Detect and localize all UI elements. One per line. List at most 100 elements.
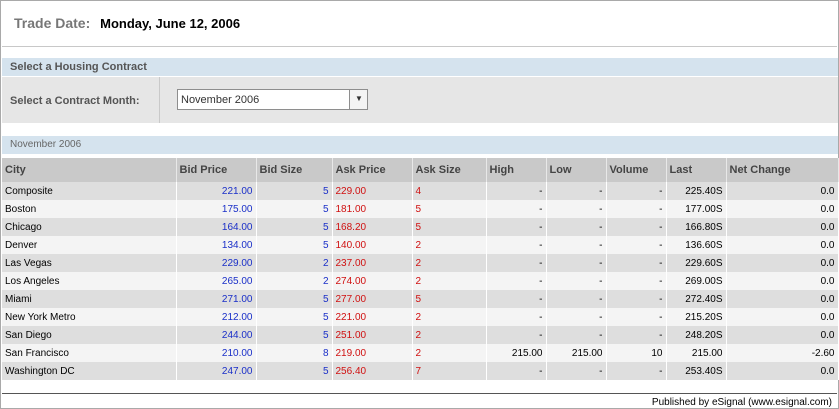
table-body: Composite 221.00 5 229.00 4- - -225.40S 0.0 Bost… bbox=[2, 182, 839, 380]
cell-net-change: -2.60 bbox=[726, 344, 839, 362]
column-header-volume[interactable]: Volume bbox=[606, 158, 667, 182]
column-header-ask-size[interactable]: Ask Size bbox=[412, 158, 487, 182]
quote-board-window: Trade Date: Monday, June 12, 2006 Select… bbox=[0, 0, 839, 409]
cell-last: 215.20S bbox=[666, 308, 727, 326]
contract-month-label: Select a Contract Month: bbox=[10, 95, 140, 107]
cell-bid-price: 134.00 bbox=[176, 236, 257, 254]
dropdown-button[interactable]: ▼ bbox=[349, 90, 367, 109]
column-header-city[interactable]: City bbox=[2, 158, 177, 182]
table-header-row: City Bid Price Bid Size Ask Price Ask Size Hi… bbox=[2, 158, 839, 182]
cell-bid-price: 229.00 bbox=[176, 254, 257, 272]
cell-volume: - bbox=[606, 200, 667, 218]
cell-high: - bbox=[486, 272, 547, 290]
cell-ask-price: 221.00 bbox=[332, 308, 413, 326]
cell-low: - bbox=[546, 308, 607, 326]
trade-date-label: Trade Date: bbox=[14, 15, 91, 31]
cell-ask-size: 4 bbox=[412, 182, 487, 200]
published-by: Published by eSignal (www.esignal.com) bbox=[651, 397, 832, 408]
cell-city: Los Angeles bbox=[2, 272, 177, 290]
cell-last: 136.60S bbox=[666, 236, 727, 254]
cell-last: 229.60S bbox=[666, 254, 727, 272]
cell-city: San Diego bbox=[2, 326, 177, 344]
cell-high: - bbox=[486, 200, 547, 218]
cell-volume: - bbox=[606, 362, 667, 380]
column-header-net-change[interactable]: Net Change bbox=[726, 158, 839, 182]
cell-ask-price: 256.40 bbox=[332, 362, 413, 380]
cell-low: - bbox=[546, 218, 607, 236]
cell-ask-price: 219.00 bbox=[332, 344, 413, 362]
cell-ask-price: 277.00 bbox=[332, 290, 413, 308]
table-row[interactable]: Las Vegas 229.00 2 237.00 2- - -229.60S 0.0 bbox=[2, 254, 839, 272]
cell-ask-size: 7 bbox=[412, 362, 487, 380]
table-row[interactable]: Composite 221.00 5 229.00 4- - -225.40S 0.0 bbox=[2, 182, 839, 200]
cell-bid-price: 210.00 bbox=[176, 344, 257, 362]
cell-bid-size: 5 bbox=[256, 308, 333, 326]
cell-net-change: 0.0 bbox=[726, 290, 839, 308]
quotes-table: City Bid Price Bid Size Ask Price Ask Size Hi… bbox=[2, 158, 839, 380]
cell-bid-price: 175.00 bbox=[176, 200, 257, 218]
table-row[interactable]: Miami 271.00 5 277.00 5- - -272.40S 0.0 bbox=[2, 290, 839, 308]
cell-last: 248.20S bbox=[666, 326, 727, 344]
table-row[interactable]: San Francisco 210.00 8 219.00 2 215.00 215.00 1… bbox=[2, 344, 839, 362]
table-section-title: November 2006 bbox=[2, 136, 838, 154]
cell-ask-price: 251.00 bbox=[332, 326, 413, 344]
cell-ask-size: 2 bbox=[412, 308, 487, 326]
cell-net-change: 0.0 bbox=[726, 200, 839, 218]
cell-ask-size: 5 bbox=[412, 218, 487, 236]
column-header-ask-price[interactable]: Ask Price bbox=[332, 158, 413, 182]
cell-bid-size: 2 bbox=[256, 272, 333, 290]
table-row[interactable]: San Diego 244.00 5 251.00 2- - -248.20S 0.0 bbox=[2, 326, 839, 344]
cell-bid-price: 221.00 bbox=[176, 182, 257, 200]
cell-net-change: 0.0 bbox=[726, 236, 839, 254]
cell-bid-size: 5 bbox=[256, 362, 333, 380]
cell-city: Denver bbox=[2, 236, 177, 254]
column-header-bid-price[interactable]: Bid Price bbox=[176, 158, 257, 182]
column-header-high[interactable]: High bbox=[486, 158, 547, 182]
table-row[interactable]: Los Angeles 265.00 2 274.00 2- - -269.00S 0.0 bbox=[2, 272, 839, 290]
cell-bid-size: 5 bbox=[256, 236, 333, 254]
cell-low: - bbox=[546, 272, 607, 290]
contract-month-dropdown[interactable]: November 2006 ▼ bbox=[177, 89, 368, 110]
cell-high: 215.00 bbox=[486, 344, 547, 362]
cell-ask-size: 2 bbox=[412, 236, 487, 254]
cell-ask-price: 140.00 bbox=[332, 236, 413, 254]
column-header-bid-size[interactable]: Bid Size bbox=[256, 158, 333, 182]
cell-bid-size: 5 bbox=[256, 218, 333, 236]
column-header-low[interactable]: Low bbox=[546, 158, 607, 182]
cell-bid-price: 164.00 bbox=[176, 218, 257, 236]
cell-last: 215.00 bbox=[666, 344, 727, 362]
cell-volume: - bbox=[606, 236, 667, 254]
cell-ask-size: 2 bbox=[412, 326, 487, 344]
cell-net-change: 0.0 bbox=[726, 326, 839, 344]
cell-bid-price: 271.00 bbox=[176, 290, 257, 308]
cell-high: - bbox=[486, 236, 547, 254]
cell-last: 253.40S bbox=[666, 362, 727, 380]
cell-ask-size: 5 bbox=[412, 200, 487, 218]
table-row[interactable]: Boston 175.00 5 181.00 5- - -177.00S 0.0 bbox=[2, 200, 839, 218]
cell-ask-size: 2 bbox=[412, 344, 487, 362]
table-row[interactable]: Chicago 164.00 5 168.20 5- - -166.80S 0.0 bbox=[2, 218, 839, 236]
cell-bid-price: 265.00 bbox=[176, 272, 257, 290]
table-row[interactable]: Washington DC 247.00 5 256.40 7- - -253.40S 0.0 bbox=[2, 362, 839, 380]
column-header-last[interactable]: Last bbox=[666, 158, 727, 182]
cell-bid-size: 5 bbox=[256, 326, 333, 344]
cell-high: - bbox=[486, 290, 547, 308]
cell-city: Chicago bbox=[2, 218, 177, 236]
cell-low: 215.00 bbox=[546, 344, 607, 362]
table-row[interactable]: New York Metro 212.00 5 221.00 2- - -215.20S 0.… bbox=[2, 308, 839, 326]
cell-last: 225.40S bbox=[666, 182, 727, 200]
cell-low: - bbox=[546, 326, 607, 344]
cell-ask-price: 181.00 bbox=[332, 200, 413, 218]
cell-high: - bbox=[486, 362, 547, 380]
cell-ask-size: 2 bbox=[412, 272, 487, 290]
cell-city: San Francisco bbox=[2, 344, 177, 362]
cell-city: Washington DC bbox=[2, 362, 177, 380]
table-row[interactable]: Denver 134.00 5 140.00 2- - -136.60S 0.0 bbox=[2, 236, 839, 254]
cell-ask-price: 274.00 bbox=[332, 272, 413, 290]
trade-date: Trade Date: Monday, June 12, 2006 bbox=[14, 15, 240, 33]
cell-high: - bbox=[486, 218, 547, 236]
trade-date-value: Monday, June 12, 2006 bbox=[100, 16, 241, 31]
cell-low: - bbox=[546, 254, 607, 272]
cell-net-change: 0.0 bbox=[726, 272, 839, 290]
cell-low: - bbox=[546, 200, 607, 218]
